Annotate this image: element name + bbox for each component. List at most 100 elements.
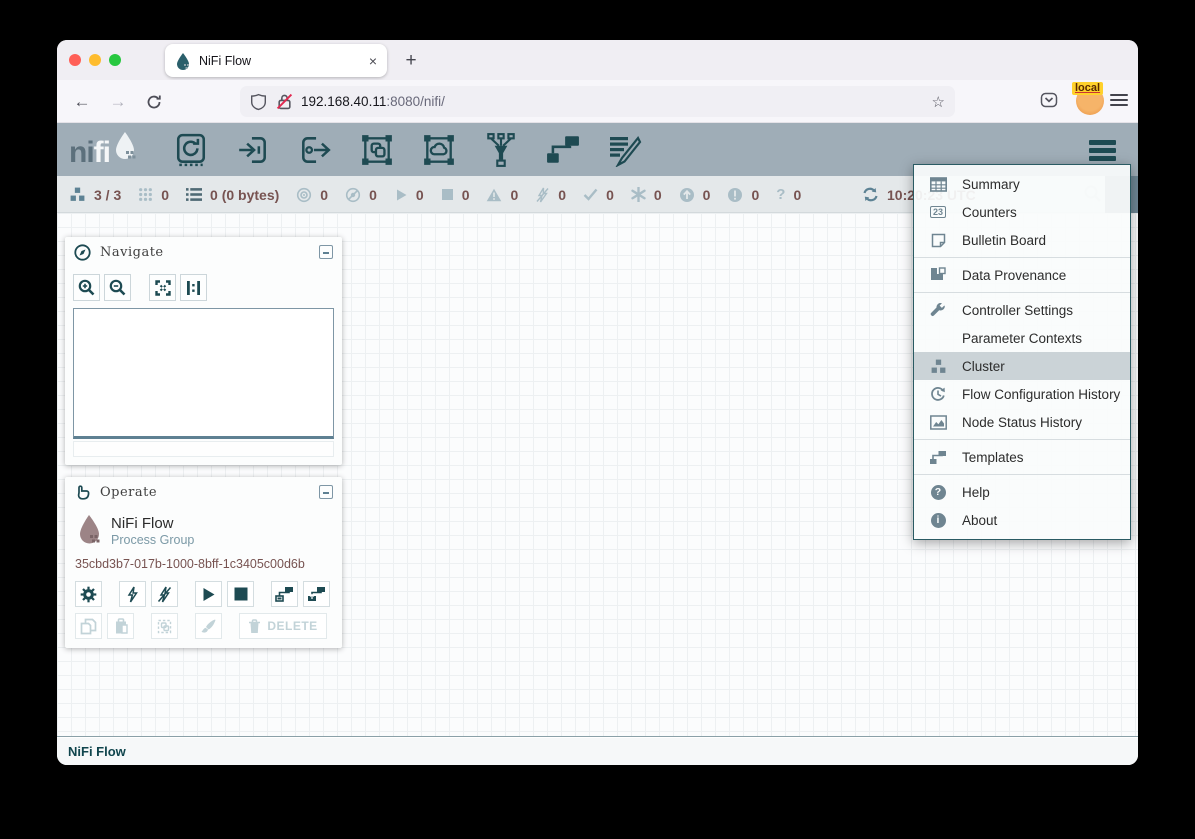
status-stale: 0 — [679, 187, 711, 203]
status-locally-modified-and-stale: 0 — [727, 187, 759, 203]
funnel-tool[interactable] — [484, 132, 518, 168]
navigate-collapse-button[interactable] — [319, 245, 333, 259]
threads-icon — [138, 187, 153, 202]
new-tab-button[interactable]: + — [398, 48, 424, 74]
bookmark-star-icon[interactable]: ☆ — [932, 93, 945, 111]
invalid-icon — [486, 188, 502, 202]
tab-title: NiFi Flow — [199, 54, 369, 68]
disable-button[interactable] — [151, 581, 178, 607]
status-not-transmitting: 0 — [345, 187, 377, 203]
back-button[interactable]: ← — [69, 89, 95, 115]
label-tool[interactable] — [608, 132, 642, 168]
enable-button[interactable] — [119, 581, 146, 607]
sync-failure-icon: ? — [776, 186, 785, 203]
url-bar[interactable]: 192.168.40.11:8080/nifi/ ☆ — [240, 86, 955, 117]
about-icon: i — [927, 513, 949, 528]
node-status-history-icon — [927, 415, 949, 430]
queued-icon — [186, 187, 202, 202]
selected-component-type: Process Group — [111, 533, 194, 547]
forward-button[interactable]: → — [105, 89, 131, 115]
create-template-button[interactable] — [271, 581, 298, 607]
profile-badge: local — [1072, 82, 1103, 95]
navigate-header[interactable]: Navigate — [65, 237, 342, 267]
browser-titlebar: NiFi Flow × + — [57, 40, 1138, 80]
output-port-tool[interactable] — [298, 132, 332, 168]
tab-close-icon[interactable]: × — [369, 53, 377, 69]
compass-icon — [74, 244, 91, 261]
start-button[interactable] — [195, 581, 222, 607]
menu-item-help[interactable]: ?Help — [914, 478, 1130, 506]
stale-icon — [679, 187, 695, 203]
reload-button[interactable] — [141, 89, 167, 115]
global-menu-button[interactable] — [1089, 137, 1116, 164]
fill-color-button[interactable] — [195, 613, 222, 639]
browser-menu-icon[interactable] — [1110, 91, 1128, 109]
menu-item-data-provenance[interactable]: Data Provenance — [914, 261, 1130, 289]
status-up-to-date: 0 — [583, 187, 614, 203]
global-menu: Summary 23Counters Bulletin Board Data P… — [913, 164, 1131, 540]
birdseye-minimap[interactable] — [73, 308, 334, 439]
operate-header[interactable]: Operate — [65, 477, 342, 507]
window-zoom-button[interactable] — [109, 54, 121, 66]
stop-button[interactable] — [227, 581, 254, 607]
operate-palette: Operate NiFi Flow Process Group 35cbd3b7… — [65, 477, 342, 648]
shield-icon[interactable] — [250, 93, 267, 111]
process-group-tool[interactable] — [360, 132, 394, 168]
zoom-fit-button[interactable] — [149, 274, 176, 301]
template-tool[interactable] — [546, 132, 580, 168]
component-id: 35cbd3b7-017b-1000-8bff-1c3405c00d6b — [75, 557, 342, 571]
menu-item-counters[interactable]: 23Counters — [914, 198, 1130, 226]
zoom-out-button[interactable] — [104, 274, 131, 301]
status-running: 0 — [394, 187, 424, 203]
cluster-icon — [69, 186, 86, 203]
disabled-icon — [535, 187, 550, 203]
logo-droplet-icon — [112, 130, 138, 162]
menu-divider — [914, 474, 1130, 475]
refresh-icon[interactable] — [862, 187, 879, 202]
logo-fi: fi — [94, 136, 110, 170]
menu-item-parameter-contexts[interactable]: Parameter Contexts — [914, 324, 1130, 352]
running-icon — [394, 188, 408, 202]
menu-item-node-status-history[interactable]: Node Status History — [914, 408, 1130, 436]
delete-button[interactable]: DELETE — [239, 613, 327, 639]
processor-tool[interactable] — [174, 132, 208, 168]
browser-tab[interactable]: NiFi Flow × — [165, 44, 387, 77]
window-close-button[interactable] — [69, 54, 81, 66]
menu-item-about[interactable]: iAbout — [914, 506, 1130, 534]
up-to-date-icon — [583, 188, 598, 201]
remote-process-group-tool[interactable] — [422, 132, 456, 168]
menu-item-flow-configuration-history[interactable]: Flow Configuration History — [914, 380, 1130, 408]
insecure-lock-icon[interactable] — [276, 93, 293, 110]
paste-button[interactable] — [107, 613, 134, 639]
reload-icon — [146, 94, 162, 110]
breadcrumb-bar: NiFi Flow — [57, 738, 1138, 765]
operate-collapse-button[interactable] — [319, 485, 333, 499]
menu-divider — [914, 292, 1130, 293]
browser-window: NiFi Flow × + ← → 192.168.40.11:8080/nif… — [57, 40, 1138, 765]
status-active-threads: 0 — [138, 187, 169, 203]
delete-label: DELETE — [267, 619, 317, 633]
data-provenance-icon — [927, 267, 949, 283]
zoom-actual-button[interactable] — [180, 274, 207, 301]
menu-item-templates[interactable]: Templates — [914, 443, 1130, 471]
menu-item-cluster[interactable]: Cluster — [914, 352, 1130, 380]
window-minimize-button[interactable] — [89, 54, 101, 66]
counters-icon: 23 — [927, 206, 949, 218]
zoom-in-button[interactable] — [73, 274, 100, 301]
stopped-icon — [441, 188, 454, 201]
pocket-icon[interactable] — [1040, 92, 1058, 109]
upload-template-button[interactable] — [303, 581, 330, 607]
status-locally-modified: 0 — [631, 187, 662, 203]
menu-item-summary[interactable]: Summary — [914, 170, 1130, 198]
status-invalid: 0 — [486, 187, 518, 203]
status-transmitting: 0 — [296, 187, 328, 203]
group-button[interactable] — [151, 613, 178, 639]
copy-button[interactable] — [75, 613, 102, 639]
menu-item-bulletin-board[interactable]: Bulletin Board — [914, 226, 1130, 254]
not-transmitting-icon — [345, 187, 361, 203]
navigate-title: Navigate — [100, 245, 164, 260]
menu-item-controller-settings[interactable]: Controller Settings — [914, 296, 1130, 324]
configure-button[interactable] — [75, 581, 102, 607]
breadcrumb[interactable]: NiFi Flow — [68, 744, 126, 759]
input-port-tool[interactable] — [236, 132, 270, 168]
